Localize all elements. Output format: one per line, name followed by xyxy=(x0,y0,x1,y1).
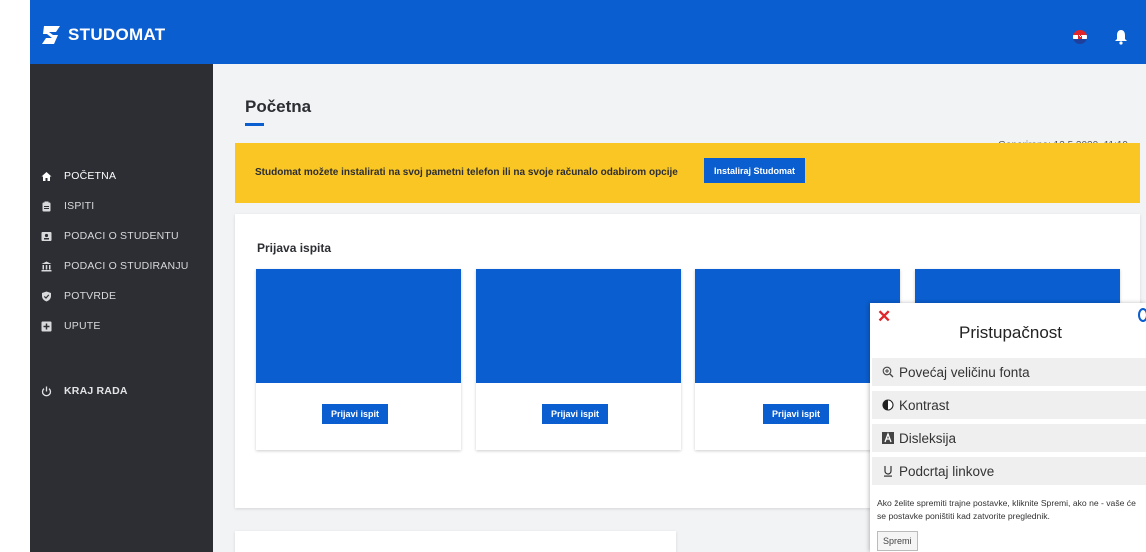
sidebar-item-ispiti[interactable]: ISPITI xyxy=(30,191,213,221)
top-bar: STUDOMAT xyxy=(0,0,1146,64)
sidebar-item-upute[interactable]: UPUTE xyxy=(30,311,213,341)
exam-tile: Prijavi ispit xyxy=(256,269,461,450)
zoom-in-icon xyxy=(881,365,895,379)
sidebar-item-label: ISPITI xyxy=(64,200,95,212)
sidebar-menu: POČETNA ISPITI PODACI O STUDENTU PODACI … xyxy=(30,161,213,406)
underline-links-option[interactable]: Podcrtaj linkove xyxy=(872,457,1146,485)
option-label: Povećaj veličinu fonta xyxy=(899,364,1030,380)
power-icon xyxy=(41,386,52,397)
exam-tile: Prijavi ispit xyxy=(476,269,681,450)
dyslexia-option[interactable]: Disleksija xyxy=(872,424,1146,452)
sidebar-item-label: POTVRDE xyxy=(64,290,117,302)
install-banner: Studomat možete instalirati na svoj pame… xyxy=(235,143,1140,203)
register-exam-button[interactable]: Prijavi ispit xyxy=(763,404,830,424)
exam-tile-image xyxy=(476,269,681,383)
sidebar-item-label: KRAJ RADA xyxy=(64,385,128,397)
title-underline xyxy=(245,123,264,126)
sidebar-item-podaci-o-studiranju[interactable]: PODACI O STUDIRANJU xyxy=(30,251,213,281)
plus-square-icon xyxy=(41,321,52,332)
contrast-icon xyxy=(881,398,895,412)
sidebar-item-potvrde[interactable]: POTVRDE xyxy=(30,281,213,311)
save-button[interactable]: Spremi xyxy=(877,531,918,551)
sidebar-item-kraj-rada[interactable]: KRAJ RADA xyxy=(30,376,213,406)
left-strip xyxy=(0,0,30,64)
install-banner-text: Studomat možete instalirati na svoj pame… xyxy=(255,167,678,178)
app-logo[interactable]: STUDOMAT xyxy=(40,24,165,46)
language-flag-icon[interactable] xyxy=(1073,30,1087,44)
sidebar-item-label: PODACI O STUDIRANJU xyxy=(64,260,189,272)
accessibility-panel: ✕ Pristupačnost Povećaj veličinu fonta K… xyxy=(870,303,1146,552)
register-exam-button[interactable]: Prijavi ispit xyxy=(542,404,609,424)
info-icon[interactable] xyxy=(1138,308,1146,322)
option-label: Kontrast xyxy=(899,397,950,413)
accessibility-note: Ako želite spremiti trajne postavke, kli… xyxy=(877,498,1136,521)
institution-icon xyxy=(41,261,52,272)
id-card-icon xyxy=(41,231,52,242)
contrast-option[interactable]: Kontrast xyxy=(872,391,1146,419)
clipboard-icon xyxy=(41,201,52,212)
notifications-bell-icon[interactable] xyxy=(1114,29,1128,45)
option-label: Disleksija xyxy=(899,430,957,446)
install-studomat-button[interactable]: Instaliraj Studomat xyxy=(704,158,806,183)
exam-tile-image xyxy=(256,269,461,383)
register-exam-button[interactable]: Prijavi ispit xyxy=(322,404,389,424)
dyslexia-icon xyxy=(881,431,895,445)
sidebar-item-label: POČETNA xyxy=(64,170,117,182)
increase-font-option[interactable]: Povećaj veličinu fonta xyxy=(872,358,1146,386)
sidebar-item-label: UPUTE xyxy=(64,320,101,332)
underline-icon xyxy=(881,464,895,478)
studomat-logo-icon xyxy=(42,26,60,44)
exam-registration-title: Prijava ispita xyxy=(257,241,332,255)
app-name: STUDOMAT xyxy=(68,25,166,44)
close-icon[interactable]: ✕ xyxy=(877,307,891,327)
page-title: Početna xyxy=(245,97,312,116)
sidebar-item-label: PODACI O STUDENTU xyxy=(64,230,179,242)
home-icon xyxy=(41,171,52,182)
sidebar: POČETNA ISPITI PODACI O STUDENTU PODACI … xyxy=(30,64,213,552)
accessibility-title: Pristupačnost xyxy=(959,323,1062,342)
sidebar-item-podaci-o-studentu[interactable]: PODACI O STUDENTU xyxy=(30,221,213,251)
shield-icon xyxy=(41,291,52,302)
sidebar-item-pocetna[interactable]: POČETNA xyxy=(30,161,213,191)
secondary-card xyxy=(235,531,676,552)
option-label: Podcrtaj linkove xyxy=(899,463,995,479)
